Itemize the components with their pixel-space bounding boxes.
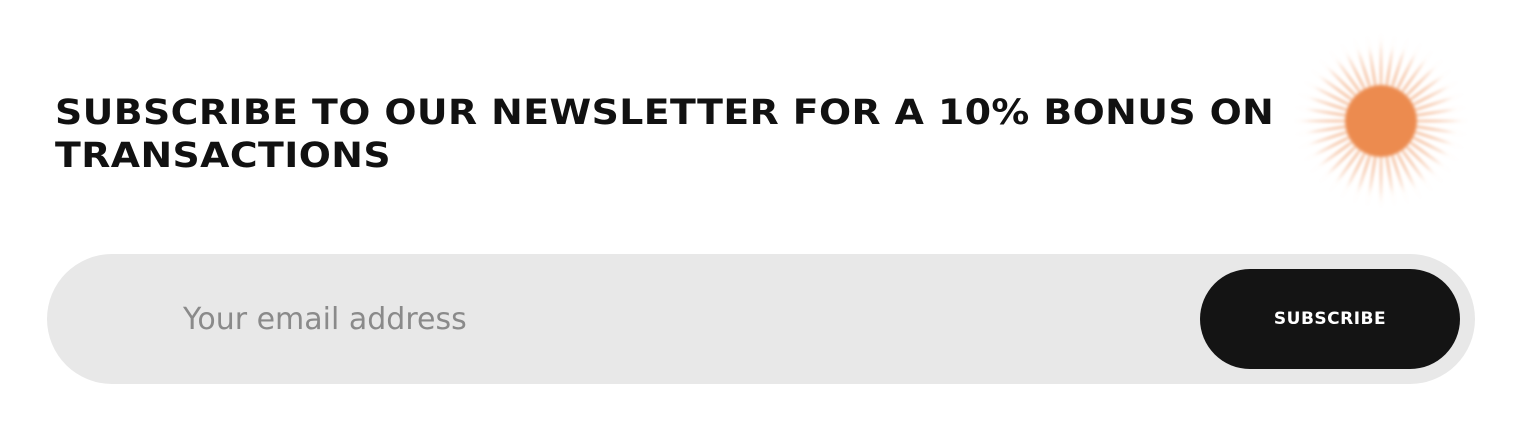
- sun-burst-icon: [1293, 33, 1469, 209]
- newsletter-heading: SUBSCRIBE TO OUR NEWSLETTER FOR A 10% BO…: [55, 93, 1275, 176]
- newsletter-form: SUBSCRIBE: [47, 254, 1475, 384]
- subscribe-button[interactable]: SUBSCRIBE: [1200, 269, 1460, 369]
- email-field[interactable]: [183, 279, 1173, 359]
- newsletter-section: SUBSCRIBE TO OUR NEWSLETTER FOR A 10% BO…: [0, 0, 1528, 428]
